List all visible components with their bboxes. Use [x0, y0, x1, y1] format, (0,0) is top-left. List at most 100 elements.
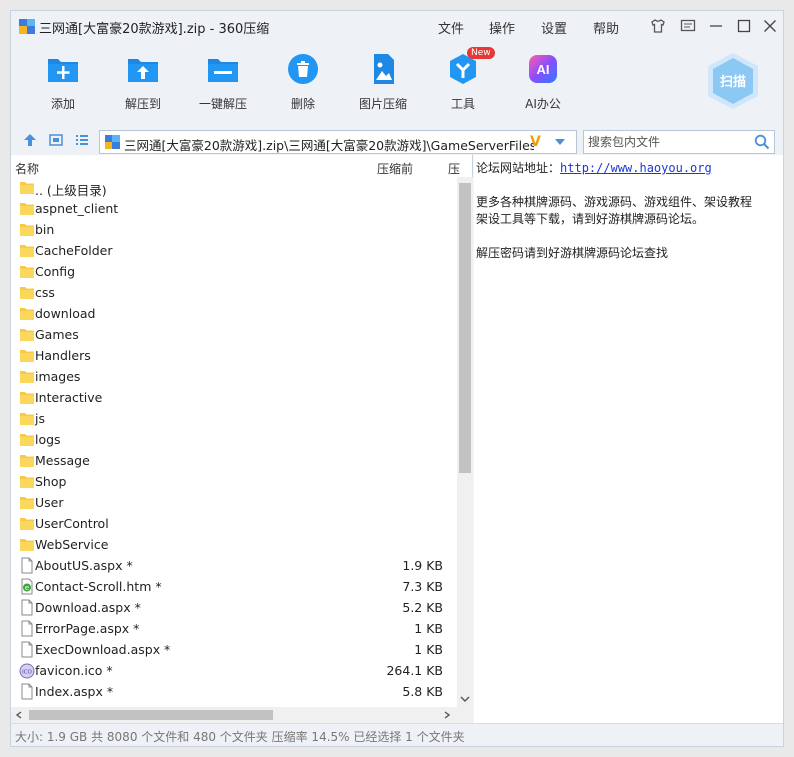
maximize-icon[interactable] — [735, 17, 753, 35]
file-row[interactable]: js — [11, 408, 457, 429]
status-text: 大小: 1.9 GB 共 8080 个文件和 480 个文件夹 压缩率 14.5… — [15, 730, 465, 744]
close-icon[interactable] — [761, 17, 779, 35]
file-row[interactable]: AboutUS.aspx * 1.9 KB — [11, 555, 457, 576]
menu-file[interactable]: 文件 — [438, 18, 464, 37]
window-title: 三网通[大富豪20款游戏].zip - 360压缩 — [39, 22, 270, 37]
address-path: 三网通[大富豪20款游戏].zip\三网通[大富豪20款游戏]\GameServ… — [124, 138, 534, 153]
file-row[interactable]: Download.aspx * 5.2 KB — [11, 597, 457, 618]
file-name: images — [35, 369, 81, 384]
file-name: Games — [35, 327, 79, 342]
ico-file-icon: ICO — [19, 663, 35, 679]
comment-site-link[interactable]: http://www.haoyou.org — [560, 161, 712, 175]
folder-icon — [20, 518, 34, 530]
tools-button[interactable]: New 工具 — [423, 47, 503, 113]
folder-icon — [20, 455, 34, 467]
extract-to-button[interactable]: 解压到 — [103, 47, 183, 113]
file-name: Contact-Scroll.htm * — [35, 579, 162, 594]
file-row[interactable]: ICO favicon.ico * 264.1 KB — [11, 660, 457, 681]
address-bar: 三网通[大富豪20款游戏].zip\三网通[大富豪20款游戏]\GameServ… — [11, 121, 783, 155]
column-size-after[interactable]: 压 — [448, 160, 460, 177]
file-row[interactable]: aspnet_client — [11, 198, 457, 219]
file-name: CacheFolder — [35, 243, 113, 258]
delete-label: 删除 — [290, 97, 315, 111]
file-name: js — [35, 411, 45, 426]
list-view-icon[interactable] — [75, 133, 89, 147]
up-arrow-icon[interactable] — [23, 133, 37, 147]
new-badge: New — [467, 47, 495, 59]
minimize-icon[interactable] — [707, 17, 725, 35]
search-icon[interactable] — [754, 134, 770, 150]
feedback-icon[interactable] — [679, 17, 697, 35]
file-name: UserControl — [35, 516, 109, 531]
file-size: 1 KB — [414, 621, 443, 636]
image-compress-label: 图片压缩 — [358, 97, 407, 111]
menu-operation[interactable]: 操作 — [489, 18, 515, 37]
add-button[interactable]: 添加 — [23, 47, 103, 113]
file-icon — [21, 641, 33, 658]
file-row[interactable]: WebService — [11, 534, 457, 555]
folder-icon — [20, 287, 34, 299]
scroll-down-icon[interactable] — [460, 695, 470, 703]
one-click-extract-button[interactable]: 一键解压 — [183, 47, 263, 113]
search-input[interactable] — [584, 131, 744, 153]
file-list-pane: 名称 压缩前 压 .. (上级目录) aspnet_client bin CacheF… — [11, 155, 473, 723]
ai-office-button[interactable]: AI AI办公 — [503, 47, 583, 113]
folder-icon — [20, 497, 34, 509]
thumbnail-view-icon[interactable] — [49, 133, 63, 147]
comment-line-3: 架设工具等下载，请到好游棋牌源码论坛。 — [476, 212, 705, 226]
image-compress-button[interactable]: 图片压缩 — [343, 47, 423, 113]
file-name: ExecDownload.aspx * — [35, 642, 171, 657]
folder-icon — [20, 350, 34, 362]
one-click-extract-label: 一键解压 — [198, 97, 247, 111]
column-size-before[interactable]: 压缩前 — [377, 160, 413, 177]
file-row[interactable]: Shop — [11, 471, 457, 492]
vertical-scrollbar[interactable] — [457, 177, 473, 707]
horizontal-scrollbar[interactable] — [11, 707, 457, 723]
column-name[interactable]: 名称 — [15, 160, 39, 177]
skin-shirt-icon[interactable] — [649, 17, 667, 35]
file-row[interactable]: Games — [11, 324, 457, 345]
scroll-right-icon[interactable] — [443, 711, 451, 719]
file-row[interactable]: CacheFolder — [11, 240, 457, 261]
menu-help[interactable]: 帮助 — [593, 18, 619, 37]
file-name: AboutUS.aspx * — [35, 558, 133, 573]
file-row[interactable]: UserControl — [11, 513, 457, 534]
vertical-scroll-thumb[interactable] — [459, 183, 471, 473]
file-row[interactable]: Index.aspx * 5.8 KB — [11, 681, 457, 702]
delete-button[interactable]: 删除 — [263, 47, 343, 113]
file-row[interactable]: e Contact-Scroll.htm * 7.3 KB — [11, 576, 457, 597]
chevron-down-icon[interactable] — [554, 137, 566, 147]
tools-label: 工具 — [450, 97, 475, 111]
file-row[interactable]: bin — [11, 219, 457, 240]
file-row[interactable]: Config — [11, 261, 457, 282]
file-row[interactable]: download — [11, 303, 457, 324]
file-name: Download.aspx * — [35, 600, 141, 615]
file-row[interactable]: css — [11, 282, 457, 303]
file-row[interactable]: .. (上级目录) — [11, 177, 457, 198]
svg-text:e: e — [25, 584, 29, 592]
file-row[interactable]: Handlers — [11, 345, 457, 366]
folder-icon — [20, 308, 34, 320]
folder-icon — [20, 539, 34, 551]
folder-icon — [20, 434, 34, 446]
file-row[interactable]: images — [11, 366, 457, 387]
ai-icon-text: AI — [537, 62, 550, 77]
file-name: ErrorPage.aspx * — [35, 621, 140, 636]
file-row[interactable]: User — [11, 492, 457, 513]
file-size: 5.8 KB — [402, 684, 443, 699]
scan-button[interactable]: 扫描 — [703, 51, 763, 111]
menu-settings[interactable]: 设置 — [541, 18, 567, 37]
address-field[interactable]: 三网通[大富豪20款游戏].zip\三网通[大富豪20款游戏]\GameServ… — [99, 130, 577, 154]
toolbar: 添加 解压到 一键解压 删除 图片压缩 New 工具 AI AI办公 扫描 — [11, 41, 783, 121]
horizontal-scroll-thumb[interactable] — [29, 710, 273, 720]
add-label: 添加 — [50, 97, 75, 111]
archive-comment-pane: 论坛网站地址：http://www.haoyou.org 更多各种棋牌源码、游戏… — [474, 155, 783, 723]
comment-line-4: 解压密码请到好游棋牌源码论坛查找 — [476, 246, 669, 260]
scroll-left-icon[interactable] — [15, 711, 23, 719]
file-row[interactable]: Interactive — [11, 387, 457, 408]
file-row[interactable]: ExecDownload.aspx * 1 KB — [11, 639, 457, 660]
image-compress-icon — [374, 54, 394, 84]
file-row[interactable]: ErrorPage.aspx * 1 KB — [11, 618, 457, 639]
file-row[interactable]: logs — [11, 429, 457, 450]
file-row[interactable]: Message — [11, 450, 457, 471]
